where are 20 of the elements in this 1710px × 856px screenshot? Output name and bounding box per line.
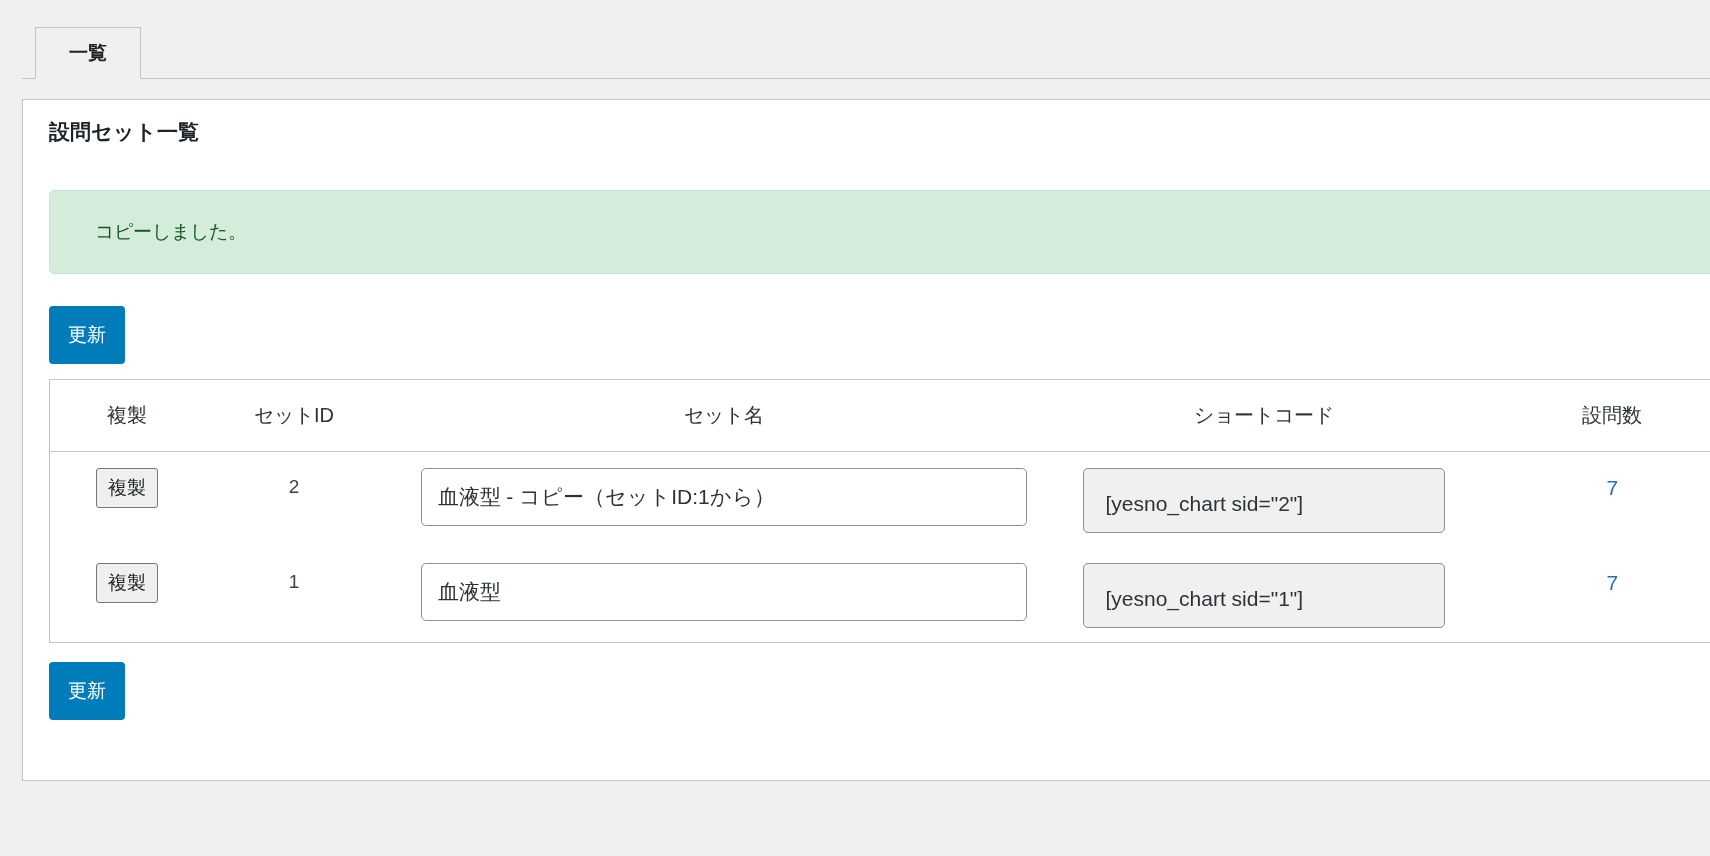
question-count-link[interactable]: 7: [1606, 563, 1619, 595]
section-title: 設問セット一覧: [49, 119, 200, 145]
question-count-link[interactable]: 7: [1606, 468, 1619, 500]
column-header: ショートコード: [1063, 379, 1464, 452]
update-button[interactable]: 更新: [49, 306, 125, 364]
set-id: 1: [288, 570, 300, 593]
column-header: セットID: [204, 379, 384, 452]
column-header: セット名: [383, 379, 1064, 452]
shortcode-field[interactable]: [yesno_chart sid="1"]: [1082, 563, 1445, 628]
set-name-field[interactable]: 血液型 - コピー（セットID:1から）: [420, 468, 1027, 526]
copy-button[interactable]: 複製: [96, 563, 159, 603]
column-header: 複製: [49, 379, 205, 452]
set-id: 2: [288, 475, 300, 498]
update-button[interactable]: 更新: [49, 662, 125, 720]
set-name-field[interactable]: 血液型: [420, 563, 1027, 621]
column-header: 設問数: [1463, 379, 1710, 452]
success-notice: コピーしました。: [49, 190, 1710, 274]
copy-button[interactable]: 複製: [96, 468, 159, 508]
shortcode-field[interactable]: [yesno_chart sid="2"]: [1082, 468, 1445, 533]
tab[interactable]: 一覧: [35, 27, 141, 79]
